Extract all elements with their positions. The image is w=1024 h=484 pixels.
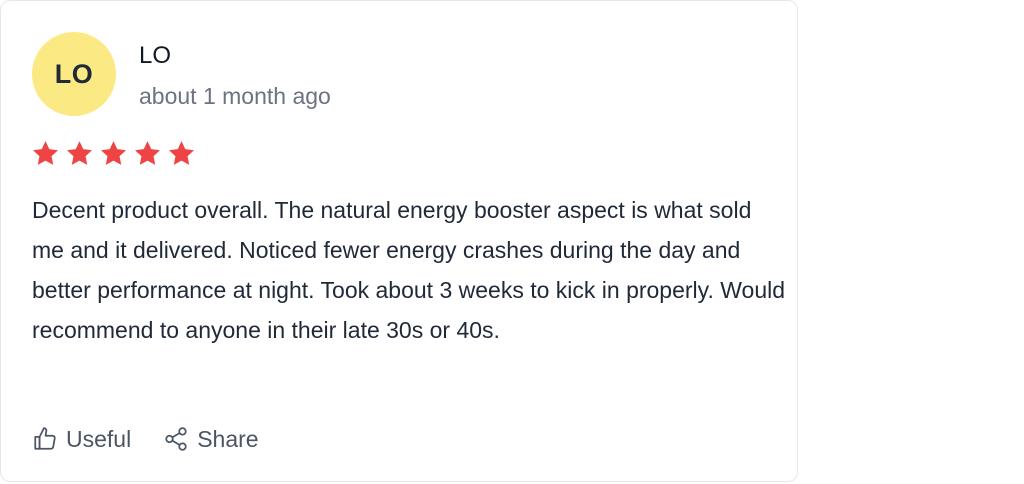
star-icon bbox=[101, 141, 126, 165]
star-icon bbox=[33, 141, 58, 165]
review-text: Decent product overall. The natural ener… bbox=[32, 197, 786, 343]
star-icon bbox=[135, 141, 160, 165]
reviewer-name: LO bbox=[139, 42, 172, 69]
review-actions: Useful Share bbox=[32, 421, 259, 457]
share-button[interactable]: Share bbox=[163, 425, 259, 453]
share-label: Share bbox=[197, 425, 259, 452]
share-icon bbox=[163, 426, 189, 452]
avatar: LO bbox=[32, 32, 116, 116]
useful-label: Useful bbox=[66, 425, 132, 452]
review-date: about 1 month ago bbox=[139, 83, 331, 109]
star-icon bbox=[169, 141, 194, 165]
useful-button[interactable]: Useful bbox=[32, 426, 131, 453]
thumbs-up-icon bbox=[32, 426, 58, 452]
star-rating bbox=[31, 139, 196, 169]
review-card: LO LO about 1 month ago Decent product o… bbox=[0, 0, 798, 482]
star-icon bbox=[67, 141, 92, 165]
